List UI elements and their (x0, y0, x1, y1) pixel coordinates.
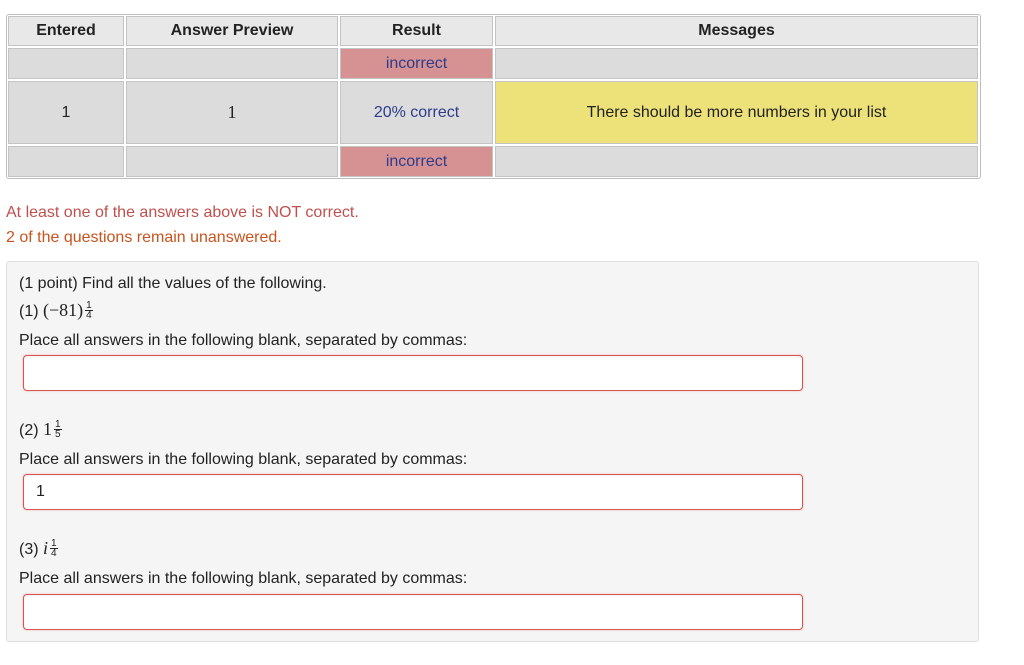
preview-cell (126, 146, 338, 177)
message-cell (495, 146, 978, 177)
preview-cell: 1 (126, 81, 338, 144)
part-label: (3) (19, 541, 39, 558)
part-base: i (43, 538, 49, 558)
exponent-denominator: 4 (86, 310, 92, 321)
result-cell: 20% correct (340, 81, 493, 144)
part-2-expression: (2) 115 (19, 419, 62, 440)
exponent-fraction: 14 (85, 301, 93, 321)
answer-input-1[interactable] (23, 355, 803, 391)
results-row-3: incorrect (7, 145, 980, 178)
part-1-expression: (1) (−81) 1 4 (19, 300, 93, 321)
results-table: Entered Answer Preview Result Messages i… (6, 14, 981, 179)
entered-cell: 1 (8, 81, 124, 144)
entered-cell (8, 48, 124, 79)
part-2-instruction: Place all answers in the following blank… (19, 451, 468, 468)
header-entered: Entered (8, 16, 124, 46)
exponent-denominator: 4 (51, 548, 57, 559)
header-result: Result (340, 16, 493, 46)
part-1-instruction: Place all answers in the following blank… (19, 332, 468, 349)
answer-input-2[interactable] (23, 474, 803, 510)
entered-cell (8, 146, 124, 177)
preview-cell (126, 48, 338, 79)
results-header-row: Entered Answer Preview Result Messages (7, 15, 980, 47)
exponent-fraction: 14 (50, 539, 58, 559)
result-cell: incorrect (340, 48, 493, 79)
part-3-instruction: Place all answers in the following blank… (19, 570, 468, 587)
status-not-correct: At least one of the answers above is NOT… (6, 204, 359, 221)
problem-box: (1 point) Find all the values of the fol… (6, 261, 979, 642)
part-base: 1 (43, 419, 53, 439)
answer-input-3[interactable] (23, 594, 803, 630)
header-messages: Messages (495, 16, 978, 46)
exponent-fraction: 15 (54, 420, 62, 440)
part-label: (1) (19, 303, 39, 320)
part-3-expression: (3) i14 (19, 538, 58, 559)
message-cell: There should be more numbers in your lis… (495, 81, 978, 144)
exponent-denominator: 5 (55, 429, 61, 440)
message-cell (495, 48, 978, 79)
status-messages: At least one of the answers above is NOT… (6, 200, 359, 250)
result-cell: incorrect (340, 146, 493, 177)
results-row-2: 1 1 20% correct There should be more num… (7, 80, 980, 145)
problem-intro: (1 point) Find all the values of the fol… (19, 275, 327, 292)
part-label: (2) (19, 422, 39, 439)
status-unanswered: 2 of the questions remain unanswered. (6, 229, 282, 246)
results-row-1: incorrect (7, 47, 980, 80)
part-base: (−81) (43, 300, 84, 320)
header-answer-preview: Answer Preview (126, 16, 338, 46)
